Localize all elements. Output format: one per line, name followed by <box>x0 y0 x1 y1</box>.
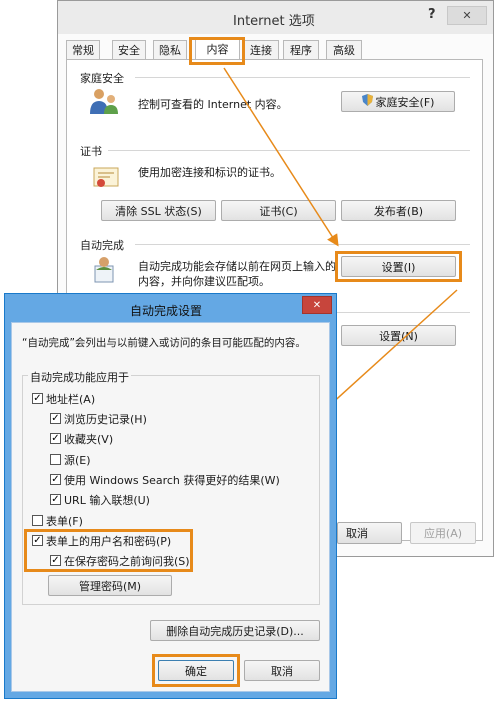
browsing-history-label: 浏览历史记录(H) <box>64 413 147 426</box>
url-suggest-checkbox[interactable]: ✓ <box>50 494 61 505</box>
autocomplete-dialog-title: 自动完成设置 <box>130 304 203 318</box>
forms-checkbox[interactable] <box>32 515 43 526</box>
favorites-label: 收藏夹(V) <box>64 433 114 446</box>
delete-autocomplete-history-button[interactable]: 删除自动完成历史记录(D)... <box>150 620 320 641</box>
browsing-history-checkbox[interactable]: ✓ <box>50 413 61 424</box>
address-bar-label: 地址栏(A) <box>46 393 96 406</box>
favorites-checkbox[interactable]: ✓ <box>50 433 61 444</box>
feeds-label: 源(E) <box>64 454 91 467</box>
autocomplete-dialog-intro: “自动完成”会列出与以前键入或访问的条目可能匹配的内容。 <box>22 337 306 349</box>
address-bar-checkbox[interactable]: ✓ <box>32 393 43 404</box>
close-icon: ✕ <box>312 299 322 311</box>
passwords-options-highlight <box>24 529 193 572</box>
apply-to-group-label: 自动完成功能应用于 <box>28 369 131 385</box>
cancel-button[interactable]: 取消 <box>244 660 320 681</box>
ok-button-highlight <box>152 654 240 687</box>
autocomplete-dialog-close-button[interactable]: ✕ <box>302 296 332 314</box>
arrow-tab-to-settings <box>223 67 339 247</box>
feeds-checkbox[interactable] <box>50 454 61 465</box>
windows-search-label: 使用 Windows Search 获得更好的结果(W) <box>64 474 280 487</box>
url-suggest-label: URL 输入联想(U) <box>64 494 150 507</box>
forms-label: 表单(F) <box>46 515 83 528</box>
windows-search-checkbox[interactable]: ✓ <box>50 474 61 485</box>
manage-passwords-button[interactable]: 管理密码(M) <box>48 575 172 596</box>
